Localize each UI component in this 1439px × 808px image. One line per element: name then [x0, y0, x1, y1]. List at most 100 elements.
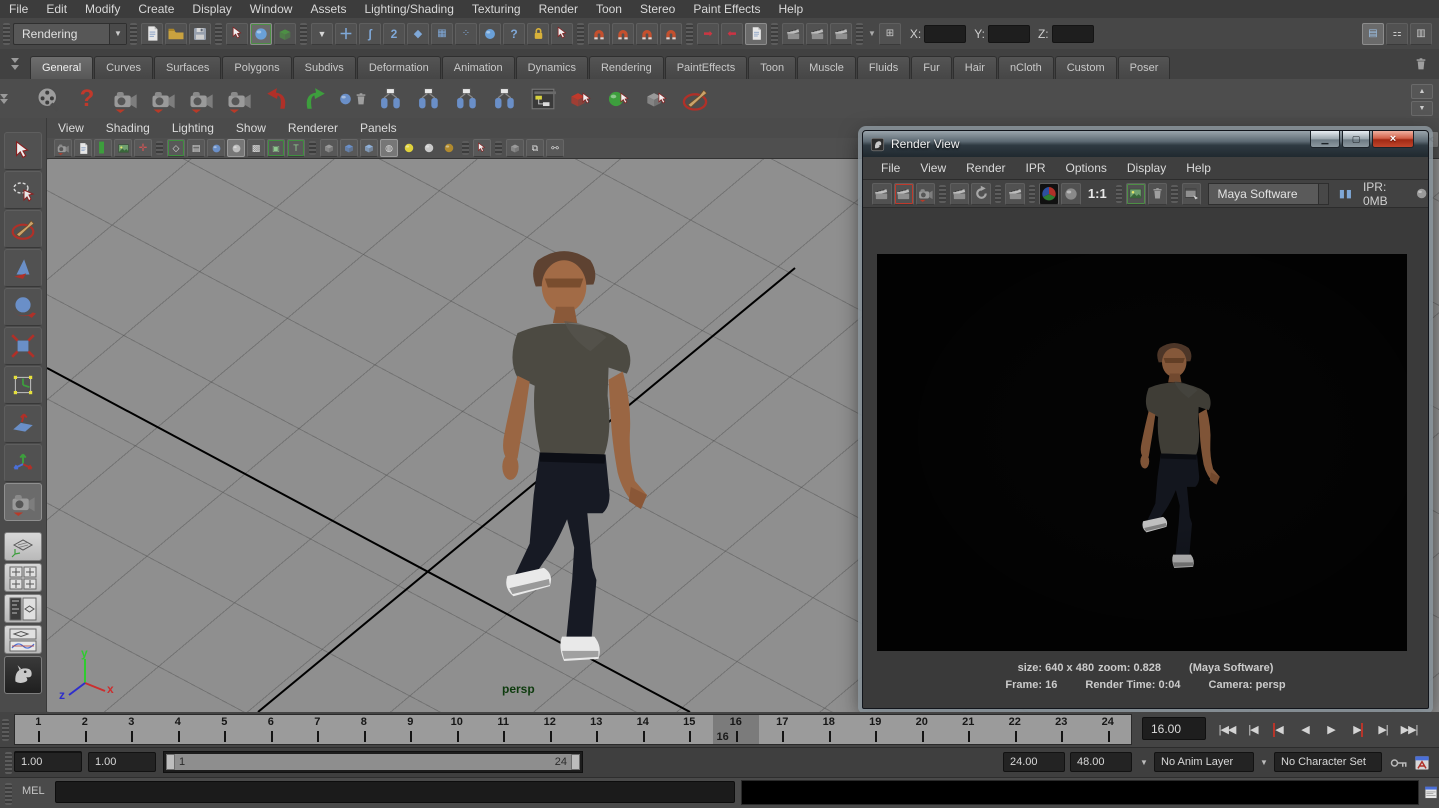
auto-keyframe-toggle-icon[interactable]	[1414, 755, 1430, 771]
remove-image-icon[interactable]	[1148, 183, 1168, 205]
persp-graph-layout-button[interactable]	[4, 625, 42, 654]
wireframe-icon[interactable]: ◇	[167, 139, 185, 157]
timeline-tick[interactable]: 21	[945, 715, 992, 744]
paint-selection-tool-button[interactable]	[4, 210, 42, 248]
snap-help-button[interactable]: ?	[503, 23, 525, 45]
menu-render[interactable]: Render	[530, 0, 587, 18]
input-field-mode-arrow[interactable]: ▼	[868, 29, 876, 38]
keep-image-icon[interactable]	[1126, 183, 1146, 205]
play-forwards-button[interactable]: ▶	[1318, 717, 1344, 743]
shelf-tab-hair[interactable]: Hair	[953, 56, 997, 79]
rgb-channels-icon[interactable]	[1039, 183, 1059, 205]
rv-menu-help[interactable]: Help	[1176, 161, 1221, 175]
redo-icon[interactable]	[298, 82, 332, 116]
menu-window[interactable]: Window	[241, 0, 302, 18]
selection-mask-dropdown[interactable]: ▼	[311, 23, 333, 45]
menu-toon[interactable]: Toon	[587, 0, 631, 18]
playback-start-field[interactable]: 1.00	[88, 752, 156, 772]
hypershade-layout-button[interactable]	[4, 656, 42, 694]
menu-modify[interactable]: Modify	[76, 0, 129, 18]
select-by-component-button[interactable]	[274, 23, 296, 45]
select-object-cursor-icon[interactable]	[564, 82, 598, 116]
camera-attributes-icon[interactable]	[74, 139, 92, 157]
timeline-tick[interactable]: 3	[108, 715, 155, 744]
isolate-select-icon[interactable]	[473, 139, 491, 157]
statusline-grip[interactable]	[3, 23, 10, 45]
default-material-cube-icon[interactable]	[320, 139, 338, 157]
shelf-tab-ncloth[interactable]: nCloth	[998, 56, 1054, 79]
anim-layer-arrow[interactable]: ▼	[1260, 758, 1268, 767]
paint-effects-brush-icon[interactable]	[678, 82, 712, 116]
ik-handle-tool-icon[interactable]	[412, 82, 446, 116]
mel-label[interactable]: MEL	[22, 785, 45, 797]
select-group-cursor-icon[interactable]	[640, 82, 674, 116]
backface-culling-icon[interactable]: ▣	[267, 139, 285, 157]
rv-menu-ipr[interactable]: IPR	[1016, 161, 1056, 175]
snap-to-projected-center-button[interactable]: ▦	[431, 23, 453, 45]
render-settings-button[interactable]	[830, 23, 852, 45]
universal-manipulator-button[interactable]	[4, 366, 42, 404]
shelf-scroll-widget[interactable]	[0, 94, 30, 104]
region-render-icon[interactable]	[1005, 183, 1025, 205]
shelf-tab-animation[interactable]: Animation	[442, 56, 515, 79]
checkered-ball-icon[interactable]: ◍	[380, 139, 398, 157]
snap-to-planes-button[interactable]: ◆	[407, 23, 429, 45]
rv-menu-file[interactable]: File	[871, 161, 910, 175]
shelf-spinner[interactable]: ▲ ▼	[1411, 84, 1433, 116]
single-pane-layout-button[interactable]	[4, 532, 42, 561]
panel-menu-lighting[interactable]: Lighting	[161, 121, 225, 135]
select-camera-icon[interactable]	[54, 139, 72, 157]
renderer-dropdown-scrollbar[interactable]	[1319, 183, 1329, 205]
pause-ipr-icon[interactable]: ▮▮	[1339, 187, 1353, 200]
render-current-frame-button[interactable]	[782, 23, 804, 45]
shelf-tab-painteffects[interactable]: PaintEffects	[665, 56, 748, 79]
camera-dolly-tool-icon[interactable]	[184, 82, 218, 116]
show-manipulator-tool-button[interactable]	[4, 444, 42, 482]
select-by-object-button[interactable]	[250, 23, 272, 45]
shelf-tab-dynamics[interactable]: Dynamics	[516, 56, 588, 79]
timeline-tick[interactable]: 23	[1038, 715, 1085, 744]
real-size-button[interactable]: 1:1	[1088, 186, 1107, 201]
statusline-grip[interactable]	[856, 23, 863, 45]
shelf-tab-fur[interactable]: Fur	[911, 56, 952, 79]
shelf-tab-deformation[interactable]: Deformation	[357, 56, 441, 79]
timeline-tick[interactable]: 13	[573, 715, 620, 744]
ipr-render-button[interactable]	[806, 23, 828, 45]
frame-all-icon[interactable]: ⧉	[526, 139, 544, 157]
rotate-tool-button[interactable]	[4, 288, 42, 326]
anim-layer-dropdown[interactable]: No Anim Layer	[1154, 752, 1254, 772]
rv-menu-render[interactable]: Render	[956, 161, 1015, 175]
timeline-current-frame[interactable]: 1616	[713, 715, 760, 744]
image-plane-icon[interactable]	[114, 139, 132, 157]
y-coordinate-input[interactable]	[988, 25, 1030, 43]
menu-paint-effects[interactable]: Paint Effects	[684, 0, 769, 18]
animation-start-field[interactable]: 1.00	[14, 752, 82, 772]
shelf-tab-toon[interactable]: Toon	[748, 56, 796, 79]
undo-icon[interactable]	[260, 82, 294, 116]
shelf-tab-rendering[interactable]: Rendering	[589, 56, 664, 79]
menu-edit[interactable]: Edit	[37, 0, 76, 18]
range-start-handle[interactable]	[166, 754, 175, 770]
playback-end-field[interactable]: 24.00	[1003, 752, 1065, 772]
timeline-tick[interactable]: 4	[155, 715, 202, 744]
use-default-light-icon[interactable]	[440, 139, 458, 157]
smooth-shade-icon[interactable]: ▤	[187, 139, 205, 157]
snap-to-points-button[interactable]: 2	[383, 23, 405, 45]
xray-icon[interactable]: ▩	[247, 139, 265, 157]
scale-tool-button[interactable]	[4, 327, 42, 365]
timeline-tick[interactable]: 17	[759, 715, 806, 744]
current-time-field[interactable]: 16.00	[1142, 717, 1206, 740]
select-surface-cursor-icon[interactable]	[602, 82, 636, 116]
render-view-titlebar[interactable]: Render View ▁ ▢ ×	[863, 131, 1428, 157]
shelf-tab-poser[interactable]: Poser	[1118, 56, 1171, 79]
shelf-tab-fluids[interactable]: Fluids	[857, 56, 910, 79]
cmdline-grip[interactable]	[5, 783, 12, 805]
menu-texturing[interactable]: Texturing	[463, 0, 530, 18]
subdiv-display-cube-icon[interactable]	[506, 139, 524, 157]
timeline-tick[interactable]: 18	[806, 715, 853, 744]
statusline-grip[interactable]	[577, 23, 584, 45]
refresh-ipr-icon[interactable]	[971, 183, 991, 205]
bookmark-icon[interactable]: ▋	[94, 139, 112, 157]
timeline-tick[interactable]: 5	[201, 715, 248, 744]
mel-command-input[interactable]	[55, 781, 735, 803]
